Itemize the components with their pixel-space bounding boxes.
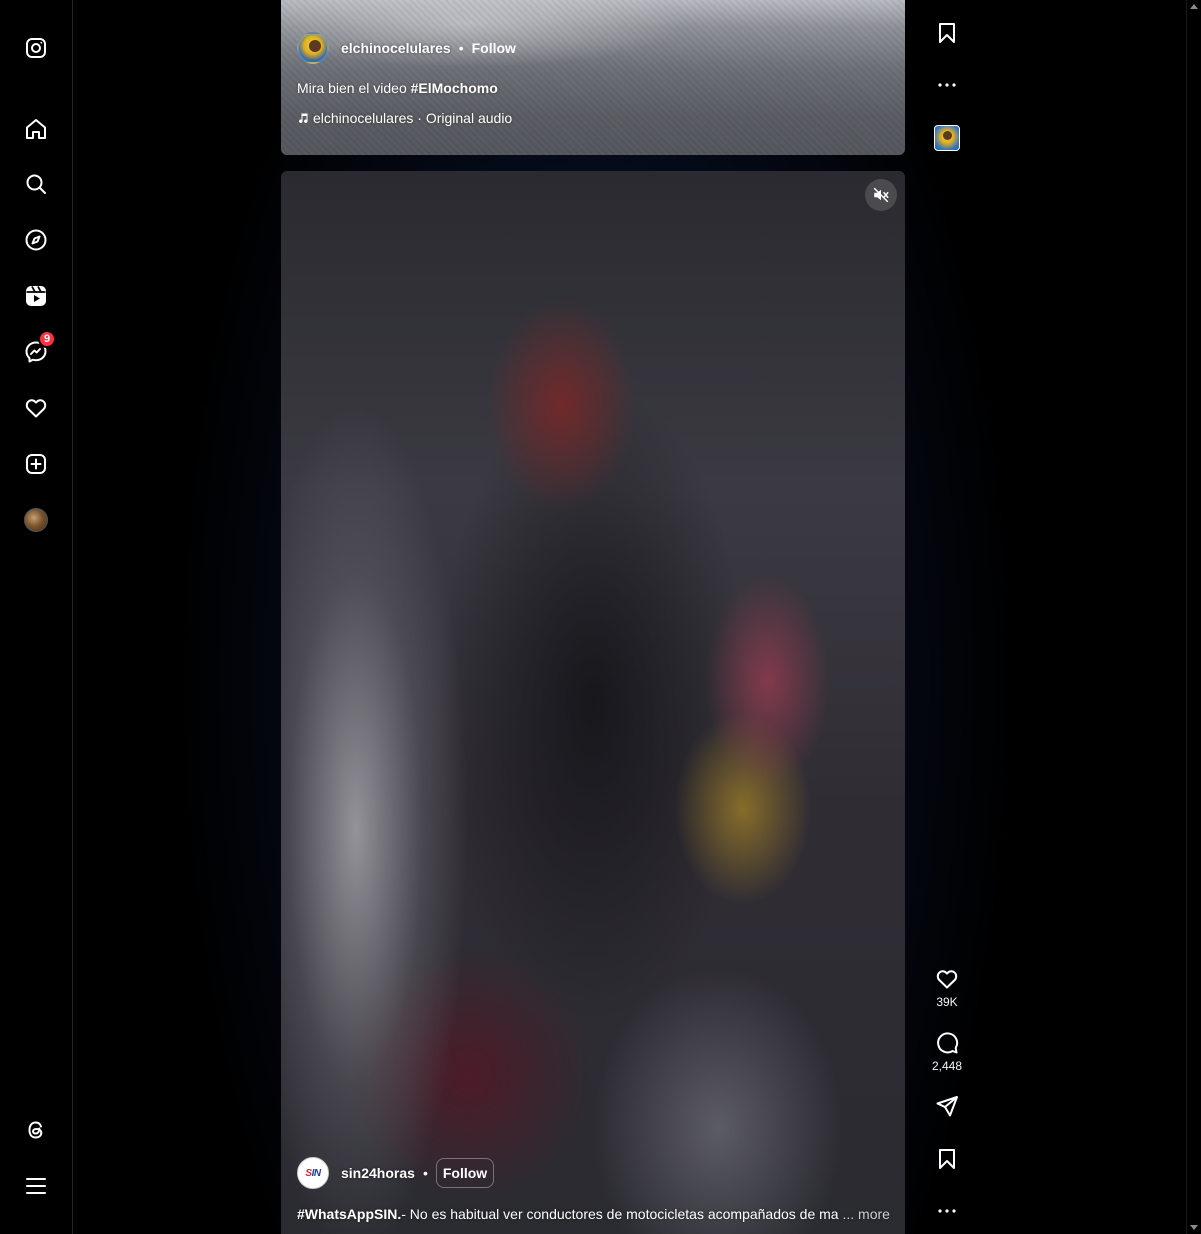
threads-icon[interactable]	[22, 1116, 50, 1144]
save-button-previous[interactable]	[935, 21, 959, 45]
messenger-icon[interactable]: 9	[22, 330, 56, 366]
reel-header: elchinocelulares • Follow	[297, 32, 516, 64]
ellipsis-icon	[938, 83, 956, 87]
reel-previous[interactable]: elchinocelulares • Follow Mira bien el v…	[281, 0, 905, 155]
audio-attribution[interactable]: elchinocelulares · Original audio	[297, 110, 512, 126]
follow-button[interactable]: Follow	[472, 40, 516, 56]
like-count: 39K	[936, 995, 958, 1009]
more-link[interactable]: more	[858, 1206, 890, 1222]
page-scrollbar[interactable]	[1186, 0, 1201, 1234]
reel-caption[interactable]: Mira bien el video #ElMochomo	[297, 80, 498, 96]
bookmark-icon	[939, 23, 955, 43]
caption-text: Mira bien el video	[297, 80, 411, 96]
reels-feed: elchinocelulares • Follow Mira bien el v…	[73, 0, 1186, 1234]
ellipsis-icon	[938, 1209, 956, 1213]
account-avatar[interactable]: SIN	[297, 1157, 329, 1189]
avatar-logo-text: SIN	[305, 1167, 321, 1179]
caption-text: - No es habitual ver conductores de moto…	[401, 1206, 839, 1222]
send-icon	[936, 1096, 958, 1117]
account-avatar[interactable]	[297, 32, 329, 64]
more-options-button[interactable]	[935, 1199, 959, 1223]
mute-toggle-button[interactable]	[865, 179, 897, 211]
bookmark-icon	[939, 1149, 955, 1169]
reel-caption[interactable]: #WhatsAppSIN.- No es habitual ver conduc…	[297, 1206, 890, 1222]
like-button[interactable]: 39K	[935, 967, 959, 1009]
audio-thumbnail[interactable]	[934, 125, 960, 151]
create-icon[interactable]	[22, 450, 50, 478]
share-button[interactable]	[935, 1094, 959, 1118]
reel-current[interactable]: SIN sin24horas • Follow #WhatsAppSIN.- N…	[281, 171, 905, 1234]
reels-icon[interactable]	[22, 282, 50, 310]
comment-icon	[937, 1032, 959, 1054]
more-menu-icon[interactable]	[22, 1172, 50, 1200]
audio-label: elchinocelulares · Original audio	[313, 110, 513, 126]
instagram-logo-icon[interactable]	[22, 34, 50, 62]
heart-icon	[936, 970, 958, 989]
account-username[interactable]: elchinocelulares	[341, 40, 451, 56]
search-icon[interactable]	[22, 170, 50, 198]
home-icon[interactable]	[22, 115, 50, 143]
comment-button[interactable]: 2,448	[931, 1031, 963, 1073]
scroll-up-arrow-icon[interactable]	[1190, 4, 1198, 9]
separator-dot: •	[458, 40, 464, 56]
caption-hashtag[interactable]: #ElMochomo	[411, 80, 498, 96]
follow-button[interactable]: Follow	[435, 1158, 495, 1188]
profile-picture	[24, 508, 48, 532]
explore-icon[interactable]	[22, 226, 50, 254]
separator-dot: •	[422, 1165, 428, 1181]
caption-hashtag[interactable]: #WhatsAppSIN.	[297, 1206, 401, 1222]
notifications-heart-icon[interactable]	[22, 394, 50, 422]
more-options-button-previous[interactable]	[935, 73, 959, 97]
account-username[interactable]: sin24horas	[341, 1165, 415, 1181]
caption-ellipsis: ...	[842, 1206, 855, 1222]
reel-header: SIN sin24horas • Follow	[297, 1157, 495, 1189]
save-button[interactable]	[935, 1147, 959, 1171]
messages-count-badge: 9	[38, 330, 56, 348]
profile-avatar[interactable]	[22, 506, 50, 534]
comment-count: 2,448	[931, 1059, 963, 1073]
speaker-muted-icon	[873, 187, 889, 203]
left-sidebar: 9	[0, 0, 73, 1234]
scroll-down-arrow-icon[interactable]	[1190, 1225, 1198, 1230]
music-note-icon	[299, 113, 308, 123]
